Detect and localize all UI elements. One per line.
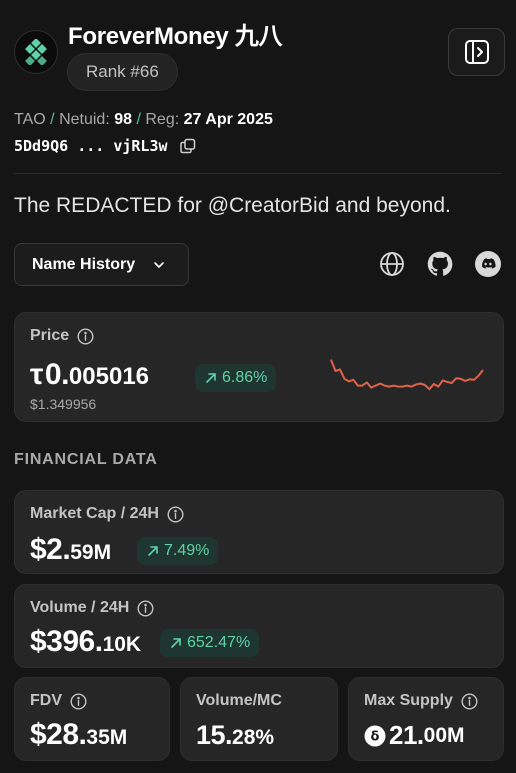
arrow-up-right-icon [148, 546, 158, 556]
max-supply-int: 21. [389, 720, 424, 750]
volume-mc-int: 15. [196, 720, 233, 750]
info-icon[interactable] [167, 505, 184, 523]
market-cap-int: $2. [30, 533, 71, 566]
financial-data-title: FINANCIAL DATA [14, 451, 158, 468]
volume-mc-label-row: Volume/MC [196, 692, 282, 710]
volume-card: Volume / 24H $396. 10K 652.47% [14, 584, 504, 668]
fdv-label-row: FDV [30, 692, 87, 710]
meta-separator: / [50, 111, 55, 128]
diamond-grid-logo-icon [25, 39, 47, 65]
market-cap-value: $2. 59M [30, 533, 111, 567]
sidebar-toggle-button[interactable] [448, 28, 505, 76]
market-cap-dec: 59M [70, 541, 112, 564]
social-links [378, 250, 502, 278]
market-cap-change: 7.49% [164, 542, 210, 559]
sidebar-toggle-icon [464, 40, 489, 64]
max-supply-value: δ 21. 00M [364, 720, 465, 751]
price-change: 6.86% [222, 369, 268, 386]
reg-date: 27 Apr 2025 [183, 111, 273, 128]
price-usd: $1.349956 [30, 396, 97, 412]
copy-icon[interactable] [179, 138, 196, 154]
max-supply-card: Max Supply δ 21. 00M [348, 677, 504, 761]
volume-int: $396. [30, 625, 103, 658]
divider [14, 173, 502, 174]
netuid-value: 98 [114, 111, 133, 128]
market-cap-label-row: Market Cap / 24H [30, 505, 184, 523]
name-history-dropdown[interactable]: Name History [14, 243, 189, 286]
price-value: τ 0. 005016 [30, 358, 149, 392]
price-label-row: Price [30, 327, 94, 345]
volume-label: Volume / 24H [30, 599, 130, 616]
subnet-logo [14, 30, 58, 74]
subnet-meta: TAO / Netuid: 98 / Reg: 27 Apr 2025 [14, 111, 273, 129]
volume-value: $396. 10K [30, 625, 141, 659]
subnet-title: ForeverMoney 九八 [68, 23, 283, 50]
globe-icon [380, 252, 404, 276]
tao-coin-icon: δ [364, 725, 386, 746]
volume-change-badge: 652.47% [160, 629, 260, 657]
volume-mc-card: Volume/MC 15. 28% [180, 677, 338, 761]
max-supply-label: Max Supply [364, 692, 453, 709]
name-history-label: Name History [32, 255, 136, 273]
price-dec: 005016 [68, 363, 150, 390]
info-icon[interactable] [137, 599, 154, 617]
volume-label-row: Volume / 24H [30, 599, 154, 617]
info-icon[interactable] [77, 327, 94, 345]
price-label: Price [30, 327, 70, 344]
price-int: 0. [44, 358, 70, 391]
reg-label: Reg: [145, 111, 180, 128]
max-supply-dec: 00M [423, 723, 465, 747]
volume-mc-value: 15. 28% [196, 720, 274, 751]
tao-symbol: τ [30, 358, 43, 391]
market-cap-change-badge: 7.49% [137, 537, 219, 565]
discord-icon [475, 251, 501, 277]
rank-badge: Rank #66 [67, 53, 178, 91]
network-label: TAO [14, 111, 46, 128]
fdv-dec: 35M [86, 726, 128, 749]
fdv-value: $28. 35M [30, 718, 127, 752]
max-supply-label-row: Max Supply [364, 692, 478, 710]
info-icon[interactable] [461, 692, 478, 710]
price-sparkline [330, 359, 484, 391]
github-link[interactable] [426, 250, 454, 278]
subnet-address: 5Dd9Q6 ... vjRL3w [14, 137, 168, 155]
price-card: Price τ 0. 005016 6.86% $1.349956 [14, 312, 504, 422]
volume-mc-dec: 28% [232, 726, 275, 749]
arrow-up-right-icon [206, 373, 216, 383]
discord-link[interactable] [474, 250, 502, 278]
volume-change: 652.47% [187, 634, 251, 651]
subnet-description: The REDACTED for @CreatorBid and beyond. [14, 194, 451, 217]
subnet-header: ForeverMoney 九八 Rank #66 [14, 14, 506, 94]
market-cap-label: Market Cap / 24H [30, 505, 159, 522]
market-cap-card: Market Cap / 24H $2. 59M 7.49% [14, 490, 504, 574]
volume-mc-label: Volume/MC [196, 692, 282, 709]
chevron-down-icon [154, 262, 164, 268]
globe-link[interactable] [378, 250, 406, 278]
arrow-up-right-icon [171, 638, 181, 648]
svg-text:δ: δ [371, 729, 380, 744]
netuid-label: Netuid: [59, 111, 110, 128]
address-row: 5Dd9Q6 ... vjRL3w [14, 136, 196, 156]
fdv-int: $28. [30, 718, 87, 751]
price-change-badge: 6.86% [195, 364, 277, 392]
github-icon [427, 251, 453, 276]
meta-separator: / [136, 111, 141, 128]
fdv-label: FDV [30, 692, 62, 709]
info-icon[interactable] [70, 692, 87, 710]
volume-dec: 10K [102, 633, 142, 656]
sparkline-path [330, 359, 484, 391]
fdv-card: FDV $28. 35M [14, 677, 170, 761]
